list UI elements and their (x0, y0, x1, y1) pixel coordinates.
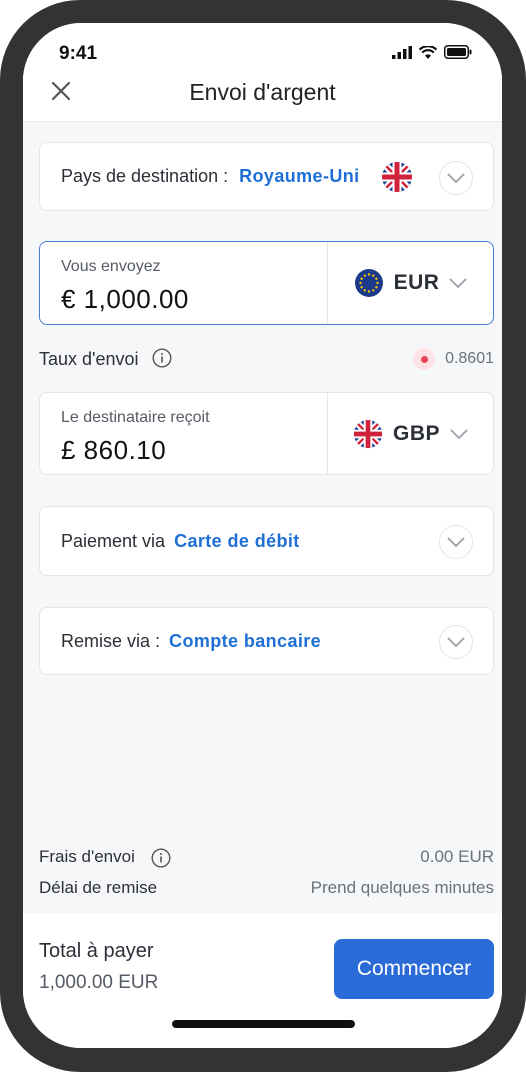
fees-row: Frais d'envoi 0.00 EUR (39, 847, 494, 871)
info-icon[interactable] (152, 348, 172, 368)
signal-icon (392, 45, 412, 59)
exchange-rate-row: Taux d'envoi 0.8601 (39, 346, 494, 372)
total-label: Total à payer (39, 940, 154, 962)
delivery-label: Remise via : (61, 631, 161, 651)
receive-amount-input[interactable]: £ 860.10 (61, 435, 166, 466)
payment-value: Carte de débit (174, 531, 300, 551)
send-caption: Vous envoyez (61, 258, 161, 275)
destination-selector[interactable]: Pays de destination : Royaume-Uni (39, 142, 494, 211)
page-title: Envoi d'argent (189, 79, 336, 105)
send-currency-select[interactable]: EUR (328, 242, 493, 324)
delivery-method-selector[interactable]: Remise via : Compte bancaire (39, 607, 494, 675)
send-currency-code: EUR (393, 271, 440, 294)
receive-currency-select[interactable]: GBP (328, 393, 493, 474)
chevron-down-icon (447, 637, 465, 647)
screen: 9:41 Envoi d'argent Pays de destination … (23, 23, 502, 1048)
rate-value: 0.8601 (445, 350, 494, 367)
receive-amount-card: Le destinataire reçoit £ 860.10 GBP (39, 392, 494, 475)
delay-label: Délai de remise (39, 878, 158, 897)
status-icons (392, 45, 472, 59)
receive-currency-code: GBP (392, 421, 440, 445)
receive-caption: Le destinataire reçoit (61, 409, 210, 426)
rate-live-indicator (413, 348, 435, 370)
chevron-down-icon (450, 428, 468, 439)
total-value: 1,000.00 EUR (39, 972, 159, 993)
receive-amount-field[interactable]: Le destinataire reçoit £ 860.10 (40, 393, 327, 474)
status-time: 9:41 (59, 43, 98, 64)
delivery-value: Compte bancaire (169, 631, 322, 651)
eu-flag-icon (354, 269, 383, 297)
phone-frame: 9:41 Envoi d'argent Pays de destination … (0, 0, 526, 1072)
wifi-icon (419, 45, 437, 59)
delay-value: Prend quelques minutes (310, 878, 494, 897)
chevron-down-icon (447, 173, 465, 183)
fees-value: 0.00 EUR (420, 847, 494, 866)
destination-label: Pays de destination : (61, 166, 229, 186)
start-button[interactable]: Commencer (334, 939, 494, 999)
uk-flag-icon (353, 419, 383, 448)
destination-dropdown[interactable] (439, 161, 473, 195)
delivery-dropdown[interactable] (439, 625, 473, 659)
battery-icon (444, 45, 472, 59)
info-icon[interactable] (151, 848, 171, 868)
uk-flag-icon (382, 162, 412, 192)
payment-row: Paiement via Carte de débit (61, 531, 300, 552)
payment-dropdown[interactable] (439, 525, 473, 559)
destination-value: Royaume-Uni (239, 166, 360, 186)
chevron-down-icon (447, 537, 465, 547)
delivery-row: Remise via : Compte bancaire (61, 631, 321, 652)
destination-row: Pays de destination : Royaume-Uni (61, 166, 360, 187)
send-amount-input[interactable]: € 1,000.00 (61, 284, 189, 315)
rate-label: Taux d'envoi (39, 349, 139, 369)
send-amount-card: Vous envoyez € 1,000.00 EUR (39, 241, 494, 325)
delay-row: Délai de remise Prend quelques minutes (39, 878, 494, 902)
home-indicator (172, 1020, 355, 1028)
payment-method-selector[interactable]: Paiement via Carte de débit (39, 506, 494, 576)
chevron-down-icon (449, 278, 468, 288)
payment-label: Paiement via (61, 531, 166, 551)
fees-label: Frais d'envoi (39, 847, 135, 866)
nav-bar: Envoi d'argent (23, 63, 502, 122)
send-amount-field[interactable]: Vous envoyez € 1,000.00 (40, 242, 327, 324)
